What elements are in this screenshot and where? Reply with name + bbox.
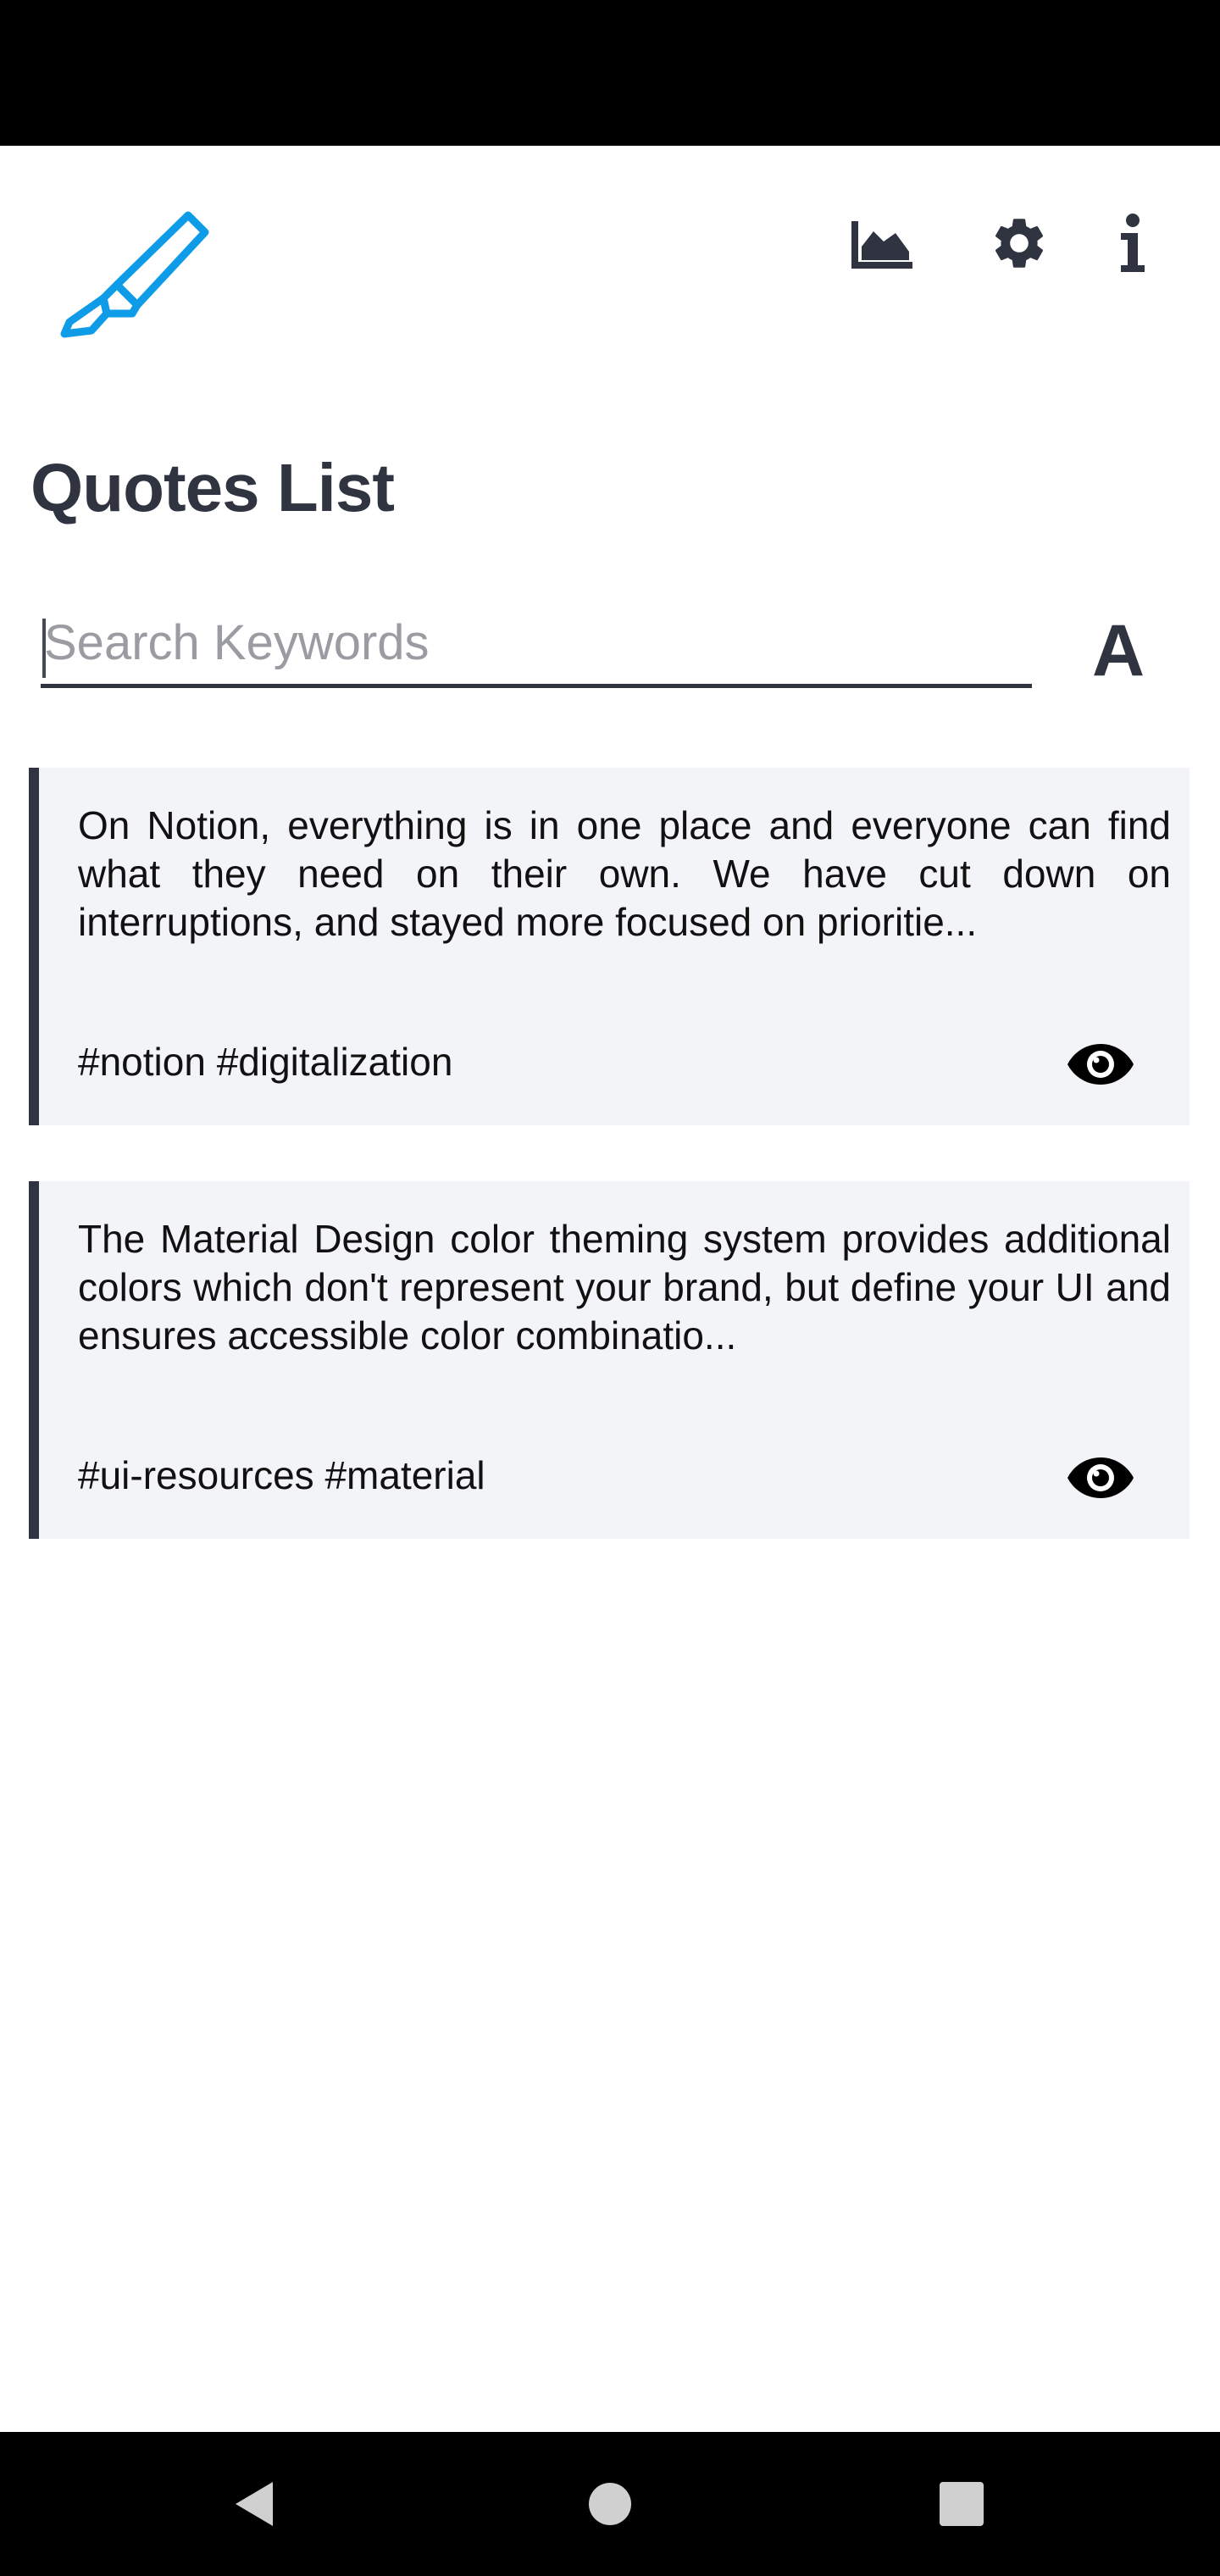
area-chart-icon[interactable] [846, 205, 922, 281]
quote-tags: #notion #digitalization [78, 1040, 453, 1084]
quote-text: On Notion, everything is in one place an… [78, 803, 1171, 944]
search-input[interactable] [41, 602, 1032, 684]
font-toggle-button[interactable]: A [1076, 608, 1161, 693]
gear-icon[interactable] [981, 205, 1057, 281]
info-icon[interactable] [1095, 205, 1171, 281]
highlighter-icon [53, 205, 214, 358]
eye-icon[interactable] [1064, 1030, 1137, 1098]
status-bar [0, 0, 1220, 146]
navigation-bar [0, 2432, 1220, 2576]
recents-icon[interactable] [923, 2466, 1000, 2542]
quote-text: The Material Design color theming system… [78, 1217, 1171, 1357]
quote-card[interactable]: On Notion, everything is in one place an… [29, 768, 1190, 1125]
search-field[interactable] [41, 602, 1032, 688]
quote-card[interactable]: The Material Design color theming system… [29, 1181, 1190, 1539]
app-header [0, 146, 1220, 400]
home-icon[interactable] [572, 2466, 648, 2542]
text-cursor [42, 619, 46, 678]
back-icon[interactable] [216, 2466, 292, 2542]
eye-icon[interactable] [1064, 1444, 1137, 1512]
quote-tags: #ui-resources #material [78, 1453, 485, 1497]
page-title: Quotes List [30, 450, 395, 525]
